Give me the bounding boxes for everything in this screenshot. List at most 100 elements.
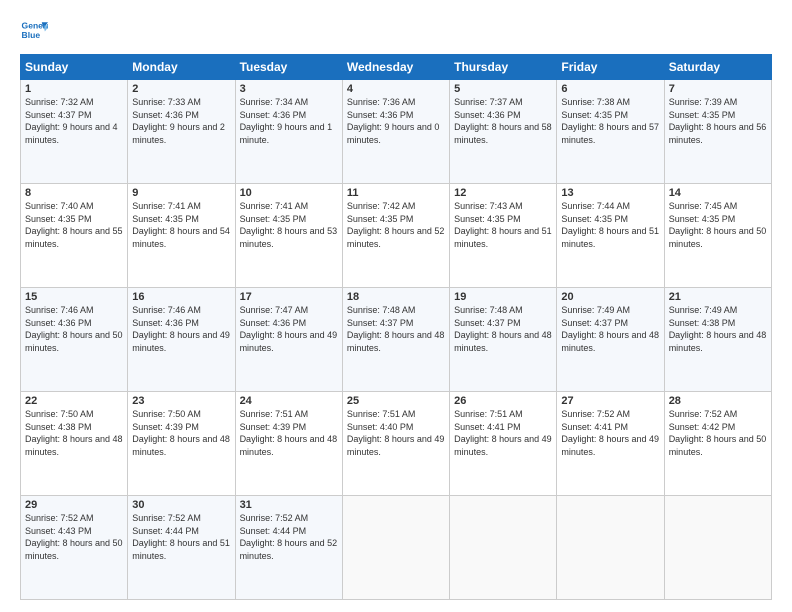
calendar-cell: 24Sunrise: 7:51 AMSunset: 4:39 PMDayligh… (235, 392, 342, 496)
day-number: 24 (240, 395, 338, 407)
weekday-header-tuesday: Tuesday (235, 55, 342, 80)
svg-text:Blue: Blue (22, 30, 41, 40)
weekday-header-thursday: Thursday (450, 55, 557, 80)
day-info: Sunrise: 7:47 AMSunset: 4:36 PMDaylight:… (240, 304, 338, 354)
day-number: 9 (132, 187, 230, 199)
day-info: Sunrise: 7:48 AMSunset: 4:37 PMDaylight:… (347, 304, 445, 354)
day-info: Sunrise: 7:49 AMSunset: 4:38 PMDaylight:… (669, 304, 767, 354)
day-number: 4 (347, 83, 445, 95)
calendar-week-5: 29Sunrise: 7:52 AMSunset: 4:43 PMDayligh… (21, 496, 772, 600)
weekday-header-saturday: Saturday (664, 55, 771, 80)
day-number: 14 (669, 187, 767, 199)
calendar-cell: 23Sunrise: 7:50 AMSunset: 4:39 PMDayligh… (128, 392, 235, 496)
day-number: 7 (669, 83, 767, 95)
day-info: Sunrise: 7:40 AMSunset: 4:35 PMDaylight:… (25, 200, 123, 250)
day-info: Sunrise: 7:34 AMSunset: 4:36 PMDaylight:… (240, 96, 338, 146)
day-number: 20 (561, 291, 659, 303)
day-info: Sunrise: 7:38 AMSunset: 4:35 PMDaylight:… (561, 96, 659, 146)
calendar-week-3: 15Sunrise: 7:46 AMSunset: 4:36 PMDayligh… (21, 288, 772, 392)
day-number: 21 (669, 291, 767, 303)
day-info: Sunrise: 7:45 AMSunset: 4:35 PMDaylight:… (669, 200, 767, 250)
calendar-cell: 8Sunrise: 7:40 AMSunset: 4:35 PMDaylight… (21, 184, 128, 288)
day-info: Sunrise: 7:42 AMSunset: 4:35 PMDaylight:… (347, 200, 445, 250)
day-info: Sunrise: 7:32 AMSunset: 4:37 PMDaylight:… (25, 96, 123, 146)
day-number: 26 (454, 395, 552, 407)
calendar-cell: 16Sunrise: 7:46 AMSunset: 4:36 PMDayligh… (128, 288, 235, 392)
day-number: 10 (240, 187, 338, 199)
calendar-header: SundayMondayTuesdayWednesdayThursdayFrid… (21, 55, 772, 80)
calendar-week-1: 1Sunrise: 7:32 AMSunset: 4:37 PMDaylight… (21, 80, 772, 184)
calendar-cell: 12Sunrise: 7:43 AMSunset: 4:35 PMDayligh… (450, 184, 557, 288)
weekday-header-sunday: Sunday (21, 55, 128, 80)
logo: General Blue (20, 16, 52, 44)
calendar-cell: 13Sunrise: 7:44 AMSunset: 4:35 PMDayligh… (557, 184, 664, 288)
calendar-cell: 31Sunrise: 7:52 AMSunset: 4:44 PMDayligh… (235, 496, 342, 600)
logo-icon: General Blue (20, 16, 48, 44)
day-number: 16 (132, 291, 230, 303)
calendar-body: 1Sunrise: 7:32 AMSunset: 4:37 PMDaylight… (21, 80, 772, 600)
calendar-cell: 4Sunrise: 7:36 AMSunset: 4:36 PMDaylight… (342, 80, 449, 184)
day-number: 11 (347, 187, 445, 199)
day-info: Sunrise: 7:44 AMSunset: 4:35 PMDaylight:… (561, 200, 659, 250)
day-number: 13 (561, 187, 659, 199)
calendar-week-4: 22Sunrise: 7:50 AMSunset: 4:38 PMDayligh… (21, 392, 772, 496)
day-info: Sunrise: 7:41 AMSunset: 4:35 PMDaylight:… (240, 200, 338, 250)
day-info: Sunrise: 7:52 AMSunset: 4:43 PMDaylight:… (25, 512, 123, 562)
calendar-cell: 5Sunrise: 7:37 AMSunset: 4:36 PMDaylight… (450, 80, 557, 184)
calendar-cell: 20Sunrise: 7:49 AMSunset: 4:37 PMDayligh… (557, 288, 664, 392)
day-info: Sunrise: 7:52 AMSunset: 4:42 PMDaylight:… (669, 408, 767, 458)
day-number: 22 (25, 395, 123, 407)
day-number: 29 (25, 499, 123, 511)
weekday-header-wednesday: Wednesday (342, 55, 449, 80)
day-number: 2 (132, 83, 230, 95)
day-number: 5 (454, 83, 552, 95)
day-info: Sunrise: 7:36 AMSunset: 4:36 PMDaylight:… (347, 96, 445, 146)
day-info: Sunrise: 7:37 AMSunset: 4:36 PMDaylight:… (454, 96, 552, 146)
day-info: Sunrise: 7:50 AMSunset: 4:38 PMDaylight:… (25, 408, 123, 458)
day-info: Sunrise: 7:52 AMSunset: 4:44 PMDaylight:… (132, 512, 230, 562)
day-info: Sunrise: 7:43 AMSunset: 4:35 PMDaylight:… (454, 200, 552, 250)
day-info: Sunrise: 7:46 AMSunset: 4:36 PMDaylight:… (25, 304, 123, 354)
calendar-cell: 10Sunrise: 7:41 AMSunset: 4:35 PMDayligh… (235, 184, 342, 288)
calendar-cell: 7Sunrise: 7:39 AMSunset: 4:35 PMDaylight… (664, 80, 771, 184)
page: General Blue SundayMondayTuesdayWednesda… (0, 0, 792, 612)
header: General Blue (20, 16, 772, 44)
day-number: 18 (347, 291, 445, 303)
calendar-cell: 27Sunrise: 7:52 AMSunset: 4:41 PMDayligh… (557, 392, 664, 496)
day-info: Sunrise: 7:51 AMSunset: 4:40 PMDaylight:… (347, 408, 445, 458)
calendar-cell: 28Sunrise: 7:52 AMSunset: 4:42 PMDayligh… (664, 392, 771, 496)
calendar-cell: 30Sunrise: 7:52 AMSunset: 4:44 PMDayligh… (128, 496, 235, 600)
calendar-cell: 15Sunrise: 7:46 AMSunset: 4:36 PMDayligh… (21, 288, 128, 392)
calendar-cell: 17Sunrise: 7:47 AMSunset: 4:36 PMDayligh… (235, 288, 342, 392)
day-info: Sunrise: 7:51 AMSunset: 4:39 PMDaylight:… (240, 408, 338, 458)
calendar-week-2: 8Sunrise: 7:40 AMSunset: 4:35 PMDaylight… (21, 184, 772, 288)
day-number: 31 (240, 499, 338, 511)
calendar-cell: 2Sunrise: 7:33 AMSunset: 4:36 PMDaylight… (128, 80, 235, 184)
calendar-cell: 3Sunrise: 7:34 AMSunset: 4:36 PMDaylight… (235, 80, 342, 184)
day-number: 23 (132, 395, 230, 407)
calendar-table: SundayMondayTuesdayWednesdayThursdayFrid… (20, 54, 772, 600)
day-number: 8 (25, 187, 123, 199)
day-info: Sunrise: 7:48 AMSunset: 4:37 PMDaylight:… (454, 304, 552, 354)
day-info: Sunrise: 7:46 AMSunset: 4:36 PMDaylight:… (132, 304, 230, 354)
calendar-cell: 18Sunrise: 7:48 AMSunset: 4:37 PMDayligh… (342, 288, 449, 392)
day-info: Sunrise: 7:49 AMSunset: 4:37 PMDaylight:… (561, 304, 659, 354)
day-info: Sunrise: 7:52 AMSunset: 4:44 PMDaylight:… (240, 512, 338, 562)
day-number: 19 (454, 291, 552, 303)
day-number: 30 (132, 499, 230, 511)
day-info: Sunrise: 7:33 AMSunset: 4:36 PMDaylight:… (132, 96, 230, 146)
calendar-cell: 19Sunrise: 7:48 AMSunset: 4:37 PMDayligh… (450, 288, 557, 392)
day-info: Sunrise: 7:39 AMSunset: 4:35 PMDaylight:… (669, 96, 767, 146)
day-info: Sunrise: 7:52 AMSunset: 4:41 PMDaylight:… (561, 408, 659, 458)
calendar-cell: 9Sunrise: 7:41 AMSunset: 4:35 PMDaylight… (128, 184, 235, 288)
day-number: 28 (669, 395, 767, 407)
day-number: 27 (561, 395, 659, 407)
day-info: Sunrise: 7:50 AMSunset: 4:39 PMDaylight:… (132, 408, 230, 458)
calendar-cell: 14Sunrise: 7:45 AMSunset: 4:35 PMDayligh… (664, 184, 771, 288)
day-info: Sunrise: 7:41 AMSunset: 4:35 PMDaylight:… (132, 200, 230, 250)
weekday-header-monday: Monday (128, 55, 235, 80)
day-number: 15 (25, 291, 123, 303)
calendar-cell: 6Sunrise: 7:38 AMSunset: 4:35 PMDaylight… (557, 80, 664, 184)
calendar-cell: 21Sunrise: 7:49 AMSunset: 4:38 PMDayligh… (664, 288, 771, 392)
day-number: 3 (240, 83, 338, 95)
